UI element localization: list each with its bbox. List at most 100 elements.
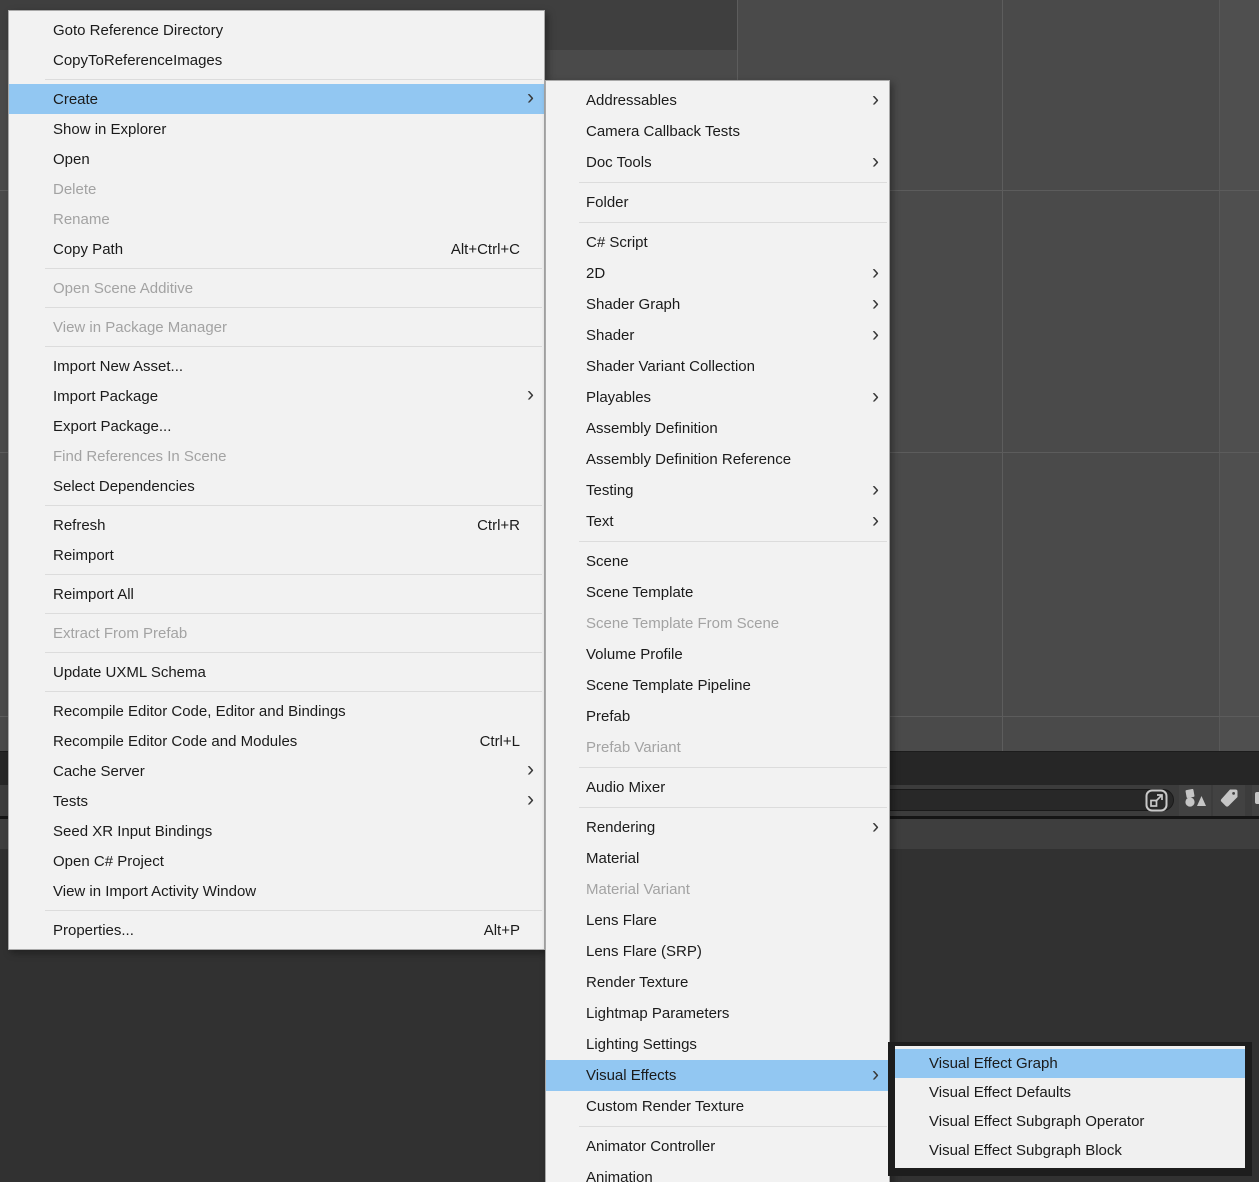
partial-toolbar-button[interactable] [1252, 785, 1259, 816]
menu-item-shader[interactable]: Shader› [546, 320, 889, 351]
menu-item-refresh[interactable]: RefreshCtrl+R [9, 510, 544, 540]
menu-item-playables[interactable]: Playables› [546, 382, 889, 413]
menu-item-visual-effect-subgraph-block[interactable]: Visual Effect Subgraph Block [895, 1136, 1245, 1165]
chevron-right-icon: › [872, 324, 879, 345]
menu-item-goto-reference-directory[interactable]: Goto Reference Directory [9, 15, 544, 45]
menu-item-folder[interactable]: Folder [546, 187, 889, 218]
menu-item-custom-render-texture[interactable]: Custom Render Texture [546, 1091, 889, 1122]
menu-item-delete: Delete [9, 174, 544, 204]
menu-item-assembly-definition[interactable]: Assembly Definition [546, 413, 889, 444]
menu-item-open[interactable]: Open [9, 144, 544, 174]
menu-item-text[interactable]: Text› [546, 506, 889, 537]
menu-separator [45, 613, 542, 614]
menu-separator [579, 1126, 887, 1127]
menu-item-label: Audio Mixer [586, 779, 879, 796]
menu-item-scene[interactable]: Scene [546, 546, 889, 577]
menu-item-scene-template-pipeline[interactable]: Scene Template Pipeline [546, 670, 889, 701]
menu-item-lightmap-parameters[interactable]: Lightmap Parameters [546, 998, 889, 1029]
menu-item-visual-effect-graph[interactable]: Visual Effect Graph [895, 1049, 1245, 1078]
menu-item-label: Seed XR Input Bindings [53, 823, 534, 840]
menu-item-2d[interactable]: 2D› [546, 258, 889, 289]
menu-item-shader-graph[interactable]: Shader Graph› [546, 289, 889, 320]
menu-item-camera-callback-tests[interactable]: Camera Callback Tests [546, 116, 889, 147]
menu-item-recompile-editor-code-editor-and-bindings[interactable]: Recompile Editor Code, Editor and Bindin… [9, 696, 544, 726]
menu-item-label: Extract From Prefab [53, 625, 534, 642]
menu-item-animator-controller[interactable]: Animator Controller [546, 1131, 889, 1162]
menu-item-assembly-definition-reference[interactable]: Assembly Definition Reference [546, 444, 889, 475]
menu-item-visual-effect-subgraph-operator[interactable]: Visual Effect Subgraph Operator [895, 1107, 1245, 1136]
search-by-type-button[interactable] [1179, 785, 1211, 816]
menu-item-rendering[interactable]: Rendering› [546, 812, 889, 843]
menu-item-import-new-asset[interactable]: Import New Asset... [9, 351, 544, 381]
menu-item-seed-xr-input-bindings[interactable]: Seed XR Input Bindings [9, 816, 544, 846]
menu-item-shader-variant-collection[interactable]: Shader Variant Collection [546, 351, 889, 382]
menu-item-testing[interactable]: Testing› [546, 475, 889, 506]
menu-item-reimport-all[interactable]: Reimport All [9, 579, 544, 609]
menu-item-prefab[interactable]: Prefab [546, 701, 889, 732]
menu-item-label: Scene Template Pipeline [586, 677, 879, 694]
menu-item-label: Assembly Definition Reference [586, 451, 879, 468]
menu-item-lens-flare[interactable]: Lens Flare [546, 905, 889, 936]
menu-item-label: Prefab [586, 708, 879, 725]
menu-item-label: Goto Reference Directory [53, 22, 534, 39]
menu-item-audio-mixer[interactable]: Audio Mixer [546, 772, 889, 803]
menu-item-create[interactable]: Create› [9, 84, 544, 114]
menu-item-visual-effect-defaults[interactable]: Visual Effect Defaults [895, 1078, 1245, 1107]
menu-item-copy-path[interactable]: Copy PathAlt+Ctrl+C [9, 234, 544, 264]
menu-item-label: Visual Effects [586, 1067, 842, 1084]
menu-item-label: Select Dependencies [53, 478, 534, 495]
menu-item-import-package[interactable]: Import Package› [9, 381, 544, 411]
menu-item-label: Lightmap Parameters [586, 1005, 879, 1022]
menu-item-view-in-import-activity-window[interactable]: View in Import Activity Window [9, 876, 544, 906]
menu-separator [45, 910, 542, 911]
chevron-right-icon: › [872, 89, 879, 110]
context-menu: Goto Reference Directory CopyToReferenceI… [8, 10, 545, 950]
menu-item-tests[interactable]: Tests › [9, 786, 544, 816]
menu-item-label: Open C# Project [53, 853, 534, 870]
menu-item-label: Doc Tools [586, 154, 842, 171]
menu-item-c-script[interactable]: C# Script [546, 227, 889, 258]
grid-lighter-region [1219, 0, 1259, 751]
menu-separator [45, 652, 542, 653]
menu-item-volume-profile[interactable]: Volume Profile [546, 639, 889, 670]
menu-item-show-in-explorer[interactable]: Show in Explorer [9, 114, 544, 144]
chevron-right-icon: › [872, 386, 879, 407]
menu-item-scene-template[interactable]: Scene Template [546, 577, 889, 608]
menu-item-select-dependencies[interactable]: Select Dependencies [9, 471, 544, 501]
menu-item-label: View in Package Manager [53, 319, 534, 336]
menu-item-label: Scene [586, 553, 879, 570]
menu-item-label: Lens Flare (SRP) [586, 943, 879, 960]
chevron-right-icon: › [527, 789, 534, 810]
menu-item-addressables[interactable]: Addressables› [546, 85, 889, 116]
menu-item-animation[interactable]: Animation [546, 1162, 889, 1182]
menu-item-reimport[interactable]: Reimport [9, 540, 544, 570]
menu-item-label: C# Script [586, 234, 879, 251]
chevron-right-icon: › [872, 510, 879, 531]
menu-item-properties[interactable]: Properties...Alt+P [9, 915, 544, 945]
menu-item-material[interactable]: Material [546, 843, 889, 874]
menu-item-lens-flare-srp[interactable]: Lens Flare (SRP) [546, 936, 889, 967]
menu-item-visual-effects[interactable]: Visual Effects› [546, 1060, 889, 1091]
menu-item-label: Update UXML Schema [53, 664, 534, 681]
menu-item-update-uxml-schema[interactable]: Update UXML Schema [9, 657, 544, 687]
menu-item-view-in-package-manager: View in Package Manager [9, 312, 544, 342]
menu-item-label: Reimport All [53, 586, 534, 603]
menu-item-recompile-editor-code-and-modules[interactable]: Recompile Editor Code and ModulesCtrl+L [9, 726, 544, 756]
menu-item-open-c-project[interactable]: Open C# Project [9, 846, 544, 876]
menu-item-label: Animation [586, 1169, 879, 1182]
menu-separator [579, 222, 887, 223]
menu-item-find-references-in-scene: Find References In Scene [9, 441, 544, 471]
menu-item-copytoreferenceimages[interactable]: CopyToReferenceImages [9, 45, 544, 75]
menu-item-doc-tools[interactable]: Doc Tools› [546, 147, 889, 178]
menu-item-lighting-settings[interactable]: Lighting Settings [546, 1029, 889, 1060]
search-by-label-button[interactable] [1213, 785, 1245, 816]
open-search-in-window-icon[interactable] [1143, 787, 1170, 814]
menu-item-cache-server[interactable]: Cache Server› [9, 756, 544, 786]
chevron-right-icon: › [527, 384, 534, 405]
menu-item-label: Tests [53, 793, 497, 810]
menu-item-export-package[interactable]: Export Package... [9, 411, 544, 441]
shortcut-label: Ctrl+L [480, 733, 520, 750]
menu-item-label: Material Variant [586, 881, 879, 898]
chevron-right-icon: › [872, 262, 879, 283]
menu-item-render-texture[interactable]: Render Texture [546, 967, 889, 998]
